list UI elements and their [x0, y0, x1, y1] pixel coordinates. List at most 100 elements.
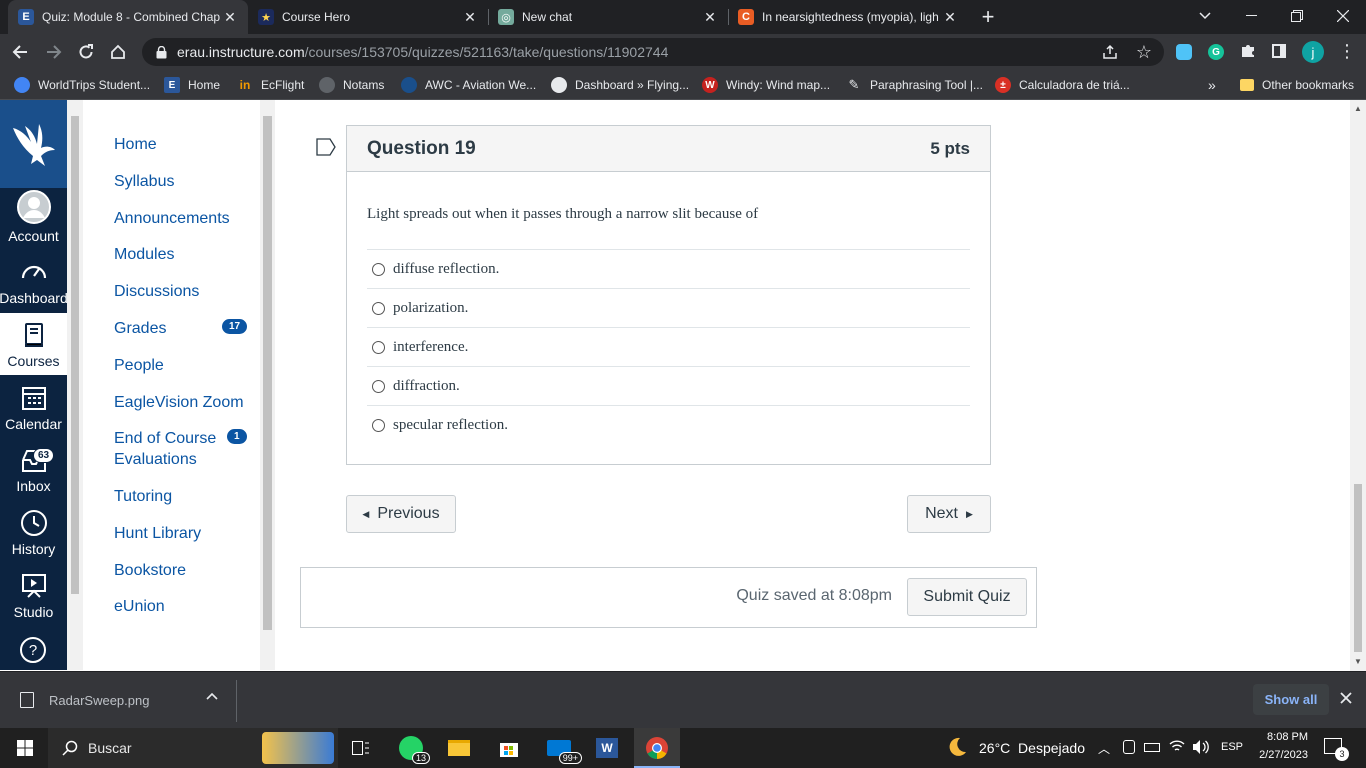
- answer-label[interactable]: polarization.: [393, 300, 468, 317]
- tab-nearsightedness[interactable]: C In nearsightedness (myopia), ligh ✕: [728, 0, 968, 34]
- tab-course-hero[interactable]: ★ Course Hero ✕: [248, 0, 488, 34]
- new-tab-button[interactable]: +: [976, 4, 1000, 29]
- scroll-down-arrow-icon[interactable]: ▼: [1354, 657, 1362, 666]
- radio-button[interactable]: [372, 262, 385, 276]
- tab-close-icon[interactable]: ✕: [462, 9, 478, 26]
- windows-start-icon[interactable]: [10, 734, 40, 762]
- home-icon[interactable]: [106, 40, 130, 64]
- scrollbar-thumb[interactable]: [1354, 484, 1362, 652]
- tray-chevron-icon[interactable]: ︿: [1098, 740, 1110, 757]
- weather-text[interactable]: 26°C Despejado: [979, 740, 1085, 756]
- bookmark-paraphrasing[interactable]: ✎ Paraphrasing Tool |...: [846, 76, 983, 94]
- input-language[interactable]: ESP: [1221, 741, 1243, 753]
- extensions-puzzle-icon[interactable]: [1240, 43, 1256, 59]
- mail-taskbar-icon[interactable]: 99+: [544, 734, 582, 764]
- erau-eagle-logo[interactable]: [0, 100, 67, 188]
- page-scrollbar[interactable]: ▲ ▼: [1350, 100, 1366, 671]
- menu-kebab-icon[interactable]: ⋮: [1338, 42, 1356, 60]
- word-taskbar-icon[interactable]: W: [592, 734, 622, 762]
- global-nav-scrollbar[interactable]: [67, 100, 83, 670]
- nav-calendar[interactable]: Calendar: [0, 376, 67, 438]
- course-nav-bookstore[interactable]: Bookstore: [114, 560, 186, 581]
- reload-icon[interactable]: [74, 40, 98, 64]
- answer-option[interactable]: specular reflection.: [367, 405, 970, 444]
- chrome-taskbar-icon[interactable]: [634, 728, 680, 768]
- answer-label[interactable]: interference.: [393, 339, 468, 356]
- moon-weather-icon[interactable]: [946, 736, 968, 758]
- battery-icon[interactable]: [1144, 743, 1160, 752]
- tab-close-icon[interactable]: ✕: [942, 9, 958, 26]
- cloud-extension-icon[interactable]: [1176, 44, 1192, 60]
- course-nav-end-of-course-evaluations[interactable]: End of Course Evaluations: [114, 428, 224, 470]
- bookmark-home[interactable]: E Home: [164, 76, 220, 94]
- answer-option[interactable]: interference.: [367, 327, 970, 366]
- tab-search-chevron-icon[interactable]: [1182, 0, 1228, 32]
- scrollbar-thumb[interactable]: [263, 116, 272, 630]
- bookmark-worldtrips[interactable]: WorldTrips Student...: [14, 76, 150, 94]
- radio-button[interactable]: [372, 379, 385, 393]
- share-icon[interactable]: [1102, 44, 1118, 60]
- volume-icon[interactable]: [1192, 739, 1210, 755]
- forward-icon[interactable]: [42, 40, 66, 64]
- other-bookmarks-folder[interactable]: Other bookmarks: [1240, 76, 1354, 94]
- nav-inbox[interactable]: Inbox 63: [0, 438, 67, 500]
- answer-label[interactable]: diffraction.: [393, 378, 460, 395]
- answer-label[interactable]: diffuse reflection.: [393, 261, 499, 278]
- scroll-up-arrow-icon[interactable]: ▲: [1354, 104, 1362, 113]
- submit-quiz-button[interactable]: Submit Quiz: [907, 578, 1027, 616]
- help-icon[interactable]: ?: [20, 637, 46, 663]
- tab-new-chat[interactable]: ◎ New chat ✕: [488, 0, 728, 34]
- task-view-icon[interactable]: [346, 734, 376, 762]
- answer-label[interactable]: specular reflection.: [393, 417, 508, 434]
- nav-account[interactable]: Account: [0, 188, 67, 250]
- nav-studio[interactable]: Studio: [0, 564, 67, 626]
- restore-icon[interactable]: [1274, 0, 1320, 32]
- close-window-icon[interactable]: [1320, 0, 1366, 32]
- course-nav-tutoring[interactable]: Tutoring: [114, 486, 172, 507]
- course-nav-people[interactable]: People: [114, 355, 164, 376]
- more-bookmarks-chevron[interactable]: »: [1208, 76, 1216, 94]
- show-all-button[interactable]: Show all: [1253, 684, 1329, 715]
- course-nav-grades[interactable]: Grades: [114, 318, 166, 339]
- microsoft-store-icon[interactable]: [494, 734, 524, 762]
- flag-question-icon[interactable]: [316, 138, 337, 156]
- course-nav-modules[interactable]: Modules: [114, 244, 174, 265]
- nav-courses[interactable]: Courses: [0, 313, 67, 375]
- next-button[interactable]: Next ▶: [907, 495, 991, 533]
- course-nav-hunt-library[interactable]: Hunt Library: [114, 523, 201, 544]
- nav-dashboard[interactable]: Dashboard: [0, 250, 67, 312]
- course-nav-eaglevision-zoom[interactable]: EagleVision Zoom: [114, 392, 244, 413]
- side-panel-icon[interactable]: [1272, 44, 1286, 58]
- radio-button[interactable]: [372, 301, 385, 315]
- tab-close-icon[interactable]: ✕: [702, 9, 718, 26]
- bookmark-star-icon[interactable]: ☆: [1136, 42, 1152, 63]
- tray-device-icon[interactable]: [1123, 740, 1135, 754]
- taskbar-search-box[interactable]: Buscar: [48, 728, 338, 768]
- bookmark-notams[interactable]: Notams: [319, 76, 384, 94]
- profile-avatar[interactable]: j: [1302, 41, 1324, 63]
- grammarly-extension-icon[interactable]: G: [1208, 44, 1224, 60]
- course-nav-discussions[interactable]: Discussions: [114, 281, 199, 302]
- file-explorer-icon[interactable]: [444, 734, 474, 762]
- bookmark-dashboard[interactable]: Dashboard » Flying...: [551, 76, 689, 94]
- tab-close-icon[interactable]: ✕: [222, 9, 238, 26]
- answer-option[interactable]: diffraction.: [367, 366, 970, 405]
- radio-button[interactable]: [372, 418, 385, 432]
- previous-button[interactable]: ◀ Previous: [346, 495, 456, 533]
- answer-option[interactable]: polarization.: [367, 288, 970, 327]
- bookmark-calculadora[interactable]: ± Calculadora de triá...: [995, 76, 1130, 94]
- tab-quiz[interactable]: E Quiz: Module 8 - Combined Chap ✕: [8, 0, 248, 34]
- clock-time[interactable]: 8:08 PM: [1252, 731, 1308, 743]
- clock-date[interactable]: 2/27/2023: [1250, 749, 1308, 761]
- close-downloads-icon[interactable]: [1340, 692, 1352, 704]
- whatsapp-taskbar-icon[interactable]: 13: [396, 734, 430, 764]
- course-nav-scrollbar[interactable]: [260, 100, 275, 670]
- course-nav-eunion[interactable]: eUnion: [114, 596, 165, 617]
- back-icon[interactable]: [8, 40, 32, 64]
- course-nav-announcements[interactable]: Announcements: [114, 208, 230, 229]
- radio-button[interactable]: [372, 340, 385, 354]
- course-nav-home[interactable]: Home: [114, 134, 157, 155]
- bookmark-awc[interactable]: AWC - Aviation We...: [401, 76, 536, 94]
- wifi-icon[interactable]: [1169, 739, 1185, 753]
- download-filename[interactable]: RadarSweep.png: [49, 693, 149, 708]
